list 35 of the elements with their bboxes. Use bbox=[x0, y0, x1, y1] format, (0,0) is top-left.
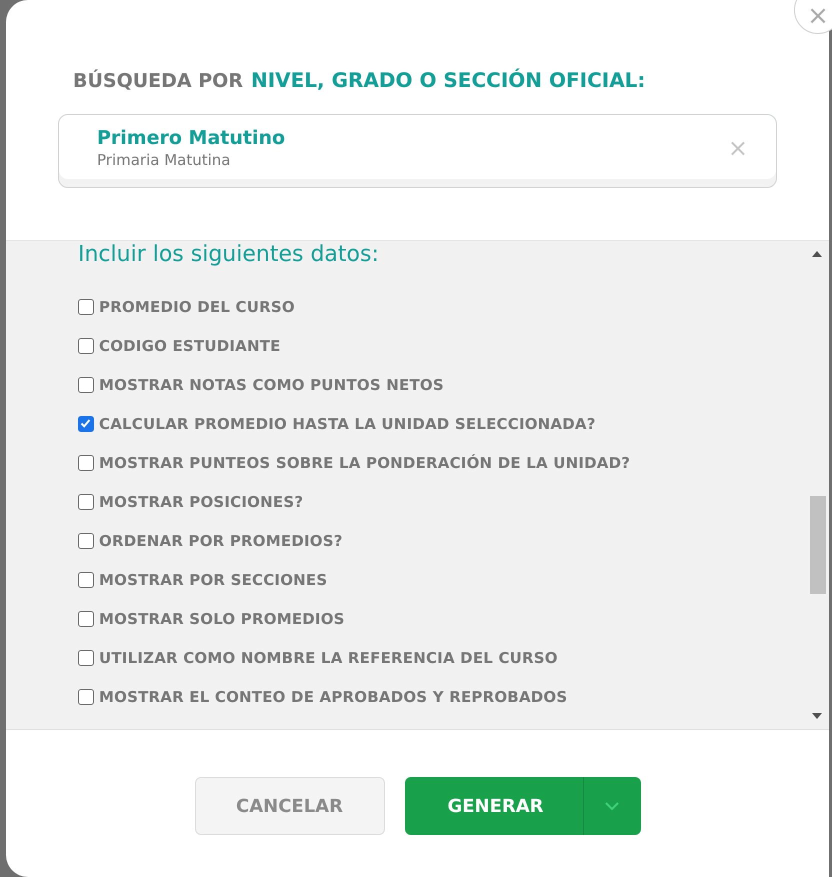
selection-subtitle: Primaria Matutina bbox=[97, 151, 232, 169]
option-label[interactable]: PROMEDIO DEL CURSO bbox=[78, 297, 805, 317]
option-label[interactable]: MOSTRAR SOLO PROMEDIOS bbox=[78, 609, 805, 629]
selection-field[interactable]: Primero Matutino Primaria Matutina × bbox=[58, 114, 777, 188]
checkbox[interactable] bbox=[78, 455, 94, 471]
checkbox[interactable] bbox=[78, 611, 94, 627]
generate-button[interactable]: GENERAR bbox=[404, 777, 640, 835]
checkbox[interactable] bbox=[78, 689, 94, 705]
checkbox[interactable] bbox=[78, 299, 94, 315]
option-label[interactable]: UTILIZAR COMO NOMBRE LA REFERENCIA DEL CURSO bbox=[78, 648, 805, 668]
checkbox[interactable] bbox=[78, 377, 94, 393]
checkbox[interactable] bbox=[78, 416, 94, 432]
option-label[interactable]: MOSTRAR POR SECCIONES bbox=[78, 570, 805, 590]
option-label[interactable]: CALCULAR PROMEDIO HASTA LA UNIDAD SELECCIONADA? bbox=[78, 414, 805, 434]
selection-title: Primero Matutino bbox=[97, 127, 286, 149]
options-title: Incluir los siguientes datos: bbox=[78, 241, 380, 269]
close-button[interactable]: × bbox=[794, 0, 832, 34]
search-label: BÚSQUEDA POR bbox=[73, 70, 243, 92]
option-label[interactable]: MOSTRAR POSICIONES? bbox=[78, 492, 805, 512]
scrollbar-thumb[interactable] bbox=[810, 496, 826, 594]
option-label[interactable]: CODIGO ESTUDIANTE bbox=[78, 336, 805, 356]
option-label[interactable]: ORDENAR POR PROMEDIOS? bbox=[78, 531, 805, 551]
checkbox[interactable] bbox=[78, 494, 94, 510]
chevron-down-icon bbox=[605, 802, 619, 810]
checkbox[interactable] bbox=[78, 533, 94, 549]
scroll-up-icon[interactable] bbox=[812, 251, 822, 257]
cancel-button[interactable]: CANCELAR bbox=[194, 777, 384, 835]
checkbox[interactable] bbox=[78, 650, 94, 666]
option-label[interactable]: MOSTRAR EL CONTEO DE APROBADOS Y REPROBADOS bbox=[78, 687, 805, 707]
search-label-highlight: NIVEL, GRADO O SECCIÓN OFICIAL: bbox=[250, 68, 646, 92]
checkbox[interactable] bbox=[78, 338, 94, 354]
option-label[interactable]: MOSTRAR PUNTEOS SOBRE LA PONDERACIÓN DE LA UNIDAD? bbox=[78, 453, 805, 473]
checkbox[interactable] bbox=[78, 572, 94, 588]
scroll-down-icon[interactable] bbox=[812, 713, 822, 719]
option-label[interactable]: MOSTRAR NOTAS COMO PUNTOS NETOS bbox=[78, 375, 805, 395]
